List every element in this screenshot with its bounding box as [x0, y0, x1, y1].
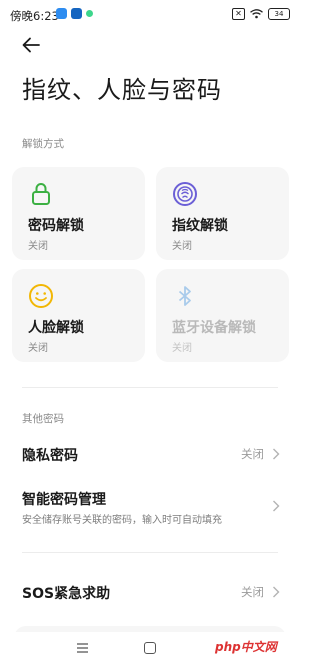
divider — [22, 387, 278, 388]
smart-password-manager-row[interactable]: 智能密码管理 安全储存账号关联的密码，输入时可自动填充 — [0, 482, 300, 530]
status-right-icons: ✕ 34 — [232, 8, 290, 20]
row-subtitle: 安全储存账号关联的密码，输入时可自动填充 — [22, 515, 222, 526]
notification-icons — [56, 8, 93, 19]
card-title: 人脸解锁 — [28, 320, 84, 336]
back-arrow-icon[interactable] — [20, 34, 42, 56]
lock-icon — [32, 183, 50, 205]
face-unlock-card[interactable]: 人脸解锁 关闭 — [12, 269, 145, 362]
row-title: 智能密码管理 — [22, 492, 106, 508]
bluetooth-unlock-card[interactable]: 蓝牙设备解锁 关闭 — [156, 269, 289, 362]
card-status: 关闭 — [172, 241, 192, 252]
card-title: 蓝牙设备解锁 — [172, 320, 256, 336]
card-status: 关闭 — [172, 343, 192, 354]
menu-icon[interactable] — [77, 643, 88, 653]
face-icon — [29, 284, 53, 308]
row-title: 隐私密码 — [22, 448, 78, 464]
row-value: 关闭 — [241, 585, 264, 599]
divider — [22, 552, 278, 553]
card-title: 指纹解锁 — [172, 218, 228, 234]
bluetooth-icon — [178, 286, 191, 306]
sos-emergency-row[interactable]: SOS紧急求助 关闭 — [0, 574, 300, 610]
chevron-right-icon — [273, 586, 280, 598]
download-notification-icon — [71, 8, 82, 19]
privacy-password-row[interactable]: 隐私密码 关闭 — [0, 436, 300, 472]
no-sim-icon: ✕ — [232, 8, 245, 20]
chevron-right-icon — [273, 448, 280, 460]
page-title: 指纹、人脸与密码 — [22, 76, 222, 104]
battery-indicator: 34 — [268, 8, 290, 20]
section-label-unlock: 解锁方式 — [22, 138, 64, 150]
fingerprint-unlock-card[interactable]: 指纹解锁 关闭 — [156, 167, 289, 260]
card-status: 关闭 — [28, 241, 48, 252]
wifi-icon — [250, 9, 263, 19]
card-status: 关闭 — [28, 343, 48, 354]
app-notification-icon — [56, 8, 67, 19]
fingerprint-icon — [173, 182, 197, 206]
row-title: SOS紧急求助 — [22, 586, 111, 602]
status-bar: 傍晚6:23 ✕ 34 — [0, 0, 300, 30]
green-dot-icon — [86, 10, 93, 17]
chevron-right-icon — [273, 500, 280, 512]
row-value: 关闭 — [241, 447, 264, 461]
watermark-logo: php中文网 — [215, 640, 277, 654]
home-icon[interactable] — [144, 642, 156, 654]
section-label-other: 其他密码 — [22, 413, 64, 425]
password-unlock-card[interactable]: 密码解锁 关闭 — [12, 167, 145, 260]
card-title: 密码解锁 — [28, 218, 84, 234]
status-time: 傍晚6:23 — [10, 9, 59, 23]
